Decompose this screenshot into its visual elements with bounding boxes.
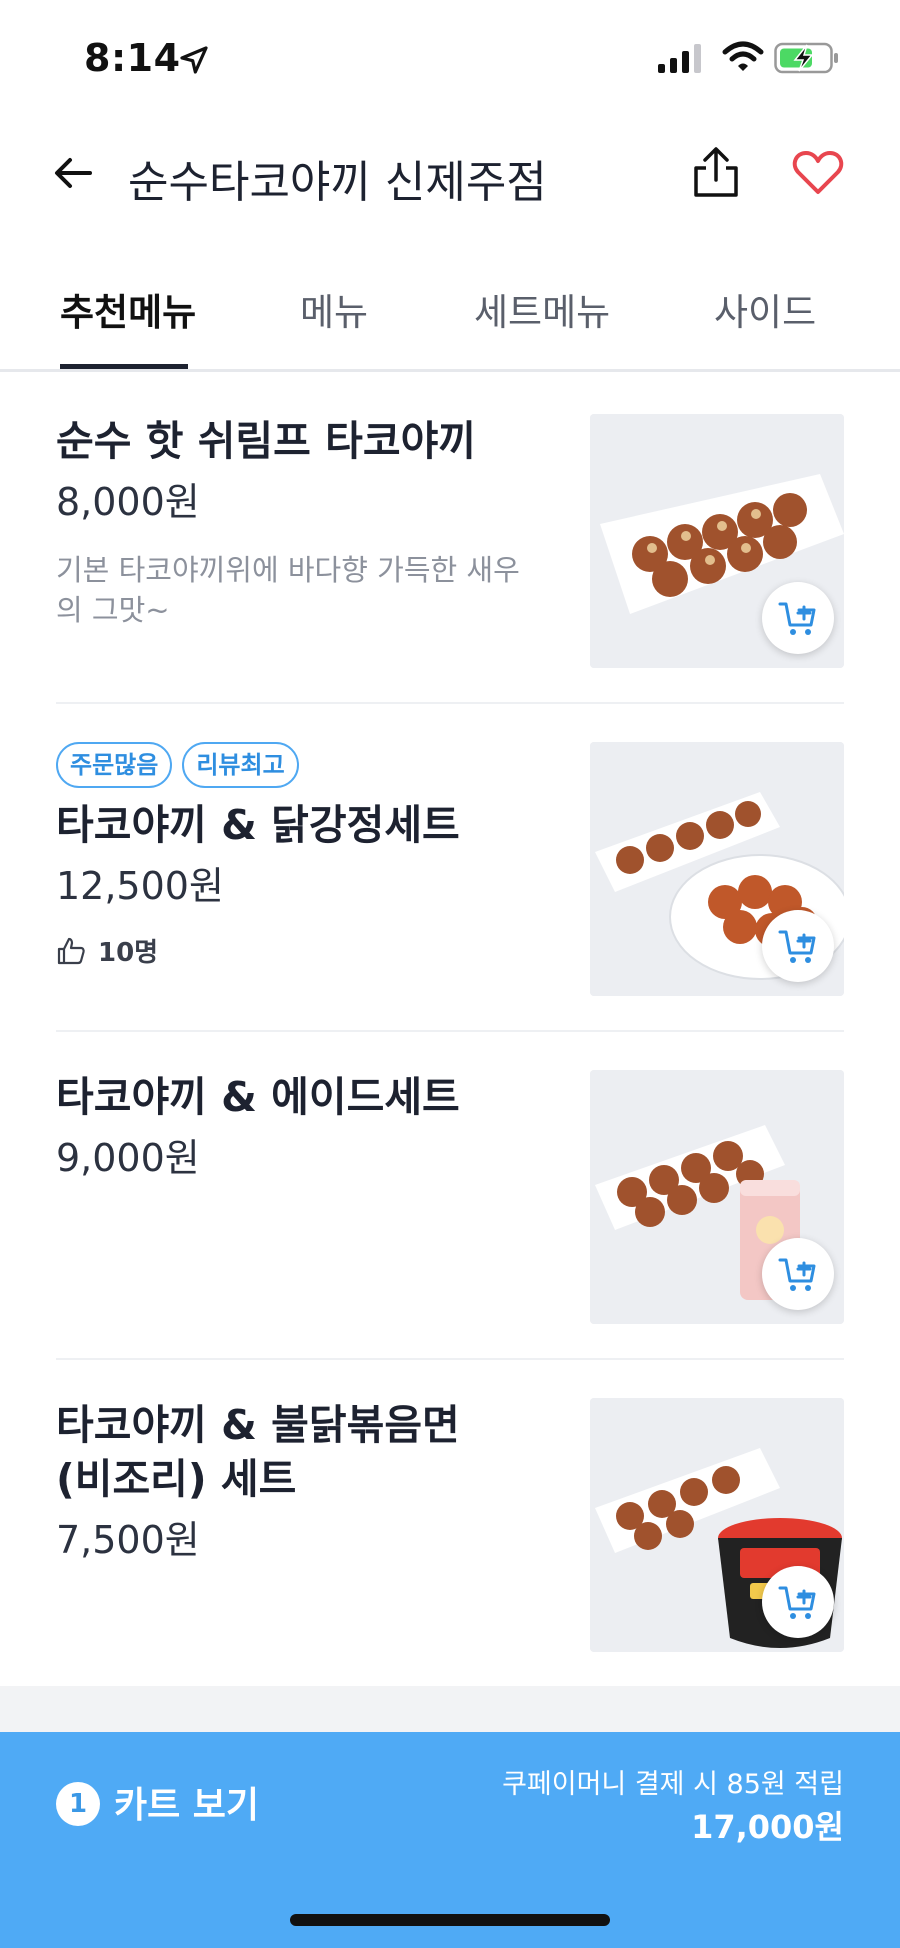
add-to-cart-button[interactable]: [762, 1566, 834, 1638]
add-to-cart-button[interactable]: [762, 582, 834, 654]
header: 순수타코야끼 신제주점: [0, 120, 900, 230]
tab-set-menu[interactable]: 세트메뉴: [474, 282, 610, 336]
item-image: [590, 1398, 844, 1652]
cart-plus-icon: [778, 1258, 816, 1291]
item-name: 타코야끼 & 에이드세트: [56, 1073, 460, 1121]
tab-side[interactable]: 사이드: [714, 282, 816, 336]
wifi-icon: [722, 41, 764, 71]
active-tab-indicator: [60, 364, 188, 369]
tab-menu[interactable]: 메뉴: [300, 282, 368, 336]
item-description: 기본 타코야끼위에 바다향 가득한 새우의 그맛~: [56, 553, 520, 627]
divider: [56, 1358, 844, 1360]
share-icon[interactable]: [688, 144, 744, 200]
menu-item[interactable]: 타코야끼 & 에이드세트 9,000원: [56, 1070, 844, 1324]
cart-plus-icon: [778, 1586, 816, 1619]
divider: [56, 1030, 844, 1032]
menu-item[interactable]: 순수 핫 쉬림프 타코야끼 8,000원 기본 타코야끼위에 바다향 가득한 새…: [56, 414, 844, 668]
divider: [56, 702, 844, 704]
cart-plus-icon: [778, 602, 816, 635]
cart-count-badge: 1: [56, 1782, 100, 1826]
battery-charging-icon: [774, 42, 838, 74]
home-indicator: [290, 1914, 610, 1926]
status-bar: 8:14: [0, 0, 900, 110]
item-image: [590, 414, 844, 668]
item-image: [590, 742, 844, 996]
item-name: 타코야끼 & 불닭볶음면 (비조리) 세트: [56, 1401, 460, 1503]
back-arrow-icon[interactable]: [50, 150, 96, 196]
add-to-cart-button[interactable]: [762, 910, 834, 982]
location-arrow-icon: [180, 46, 208, 74]
view-cart-label: 카트 보기: [114, 1785, 260, 1826]
signal-icon: [658, 44, 701, 73]
tab-recommended[interactable]: 추천메뉴: [60, 282, 196, 336]
list-end-spacer: [0, 1686, 900, 1732]
badge-popular-order: 주문많음: [56, 742, 173, 788]
item-name: 타코야끼 & 닭강정세트: [56, 801, 460, 849]
category-tabs: 추천메뉴 메뉴 세트메뉴 사이드: [0, 262, 900, 372]
cart-plus-icon: [778, 930, 816, 963]
menu-item[interactable]: 주문많음 리뷰최고 타코야끼 & 닭강정세트 12,500원 10명: [56, 742, 844, 996]
heart-icon[interactable]: [792, 150, 844, 196]
likes-value: 10명: [98, 938, 159, 968]
cart-total: 17,000원: [691, 1808, 844, 1846]
store-title: 순수타코야끼 신제주점: [128, 157, 547, 208]
reward-note: 쿠페이머니 결제 시 85원 적립: [502, 1769, 844, 1800]
menu-item[interactable]: 타코야끼 & 불닭볶음면 (비조리) 세트 7,500원: [56, 1398, 844, 1652]
status-time: 8:14: [84, 36, 181, 80]
add-to-cart-button[interactable]: [762, 1238, 834, 1310]
item-name: 순수 핫 쉬림프 타코야끼: [56, 417, 477, 465]
thumbs-up-icon: [57, 937, 85, 964]
item-image: [590, 1070, 844, 1324]
badge-top-review: 리뷰최고: [182, 742, 299, 788]
